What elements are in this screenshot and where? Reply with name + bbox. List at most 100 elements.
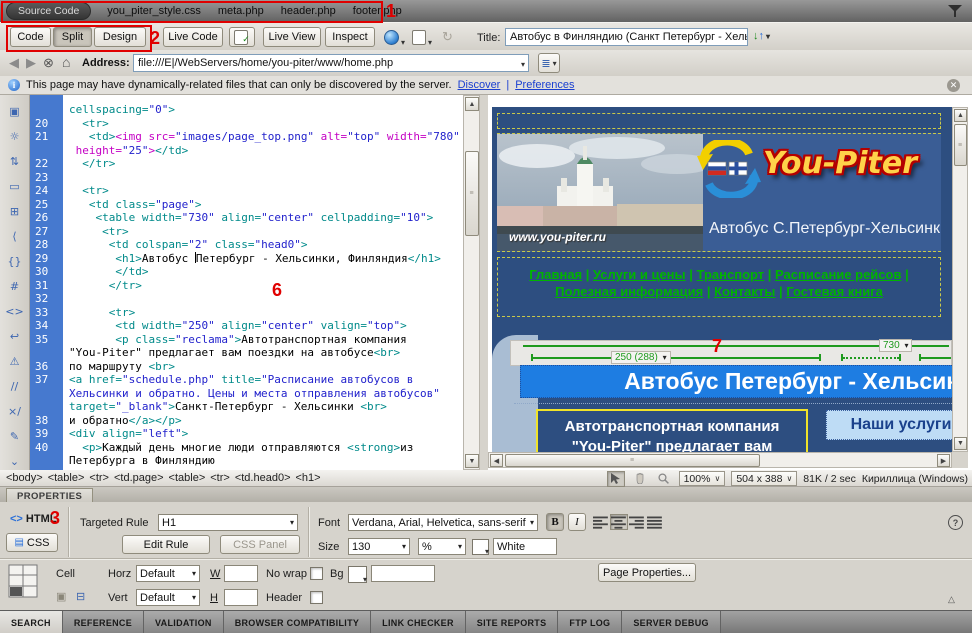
- live-code-button[interactable]: Live Code: [163, 27, 223, 47]
- home-icon[interactable]: ⌂: [62, 54, 70, 70]
- results-tab-link-checker[interactable]: LINK CHECKER: [371, 611, 466, 633]
- split-cell-icon[interactable]: ⊟: [76, 590, 85, 603]
- results-tab-ftp-log[interactable]: FTP LOG: [558, 611, 622, 633]
- scroll-left-icon[interactable]: ◀: [490, 454, 503, 467]
- tag-crumb[interactable]: <tr>: [210, 472, 230, 484]
- collapse-panel-icon[interactable]: △: [948, 594, 955, 605]
- bg-color-swatch[interactable]: ▾: [348, 566, 367, 583]
- discover-link[interactable]: Discover: [458, 79, 501, 91]
- reclama-box[interactable]: Автотранспортная компания "You-Piter" пр…: [536, 409, 808, 452]
- zoom-tool-icon[interactable]: [655, 471, 673, 487]
- collapse-selection-icon[interactable]: ▭: [5, 178, 25, 194]
- nav-link[interactable]: Главная: [529, 267, 582, 282]
- highlight-invalid-code-icon[interactable]: <>: [5, 303, 25, 319]
- line-numbers-icon[interactable]: #: [5, 278, 25, 294]
- size-unit-select[interactable]: %▾: [418, 538, 466, 555]
- scroll-thumb[interactable]: ≡: [954, 124, 967, 166]
- width-250-menu[interactable]: 250 (288) ▾: [611, 351, 671, 364]
- scroll-right-icon[interactable]: ▶: [937, 454, 950, 467]
- justify-icon[interactable]: [646, 514, 664, 530]
- vert-select[interactable]: Default▾: [136, 589, 200, 606]
- help-icon[interactable]: ?: [948, 515, 963, 530]
- preferences-link[interactable]: Preferences: [515, 79, 574, 91]
- css-mode-button[interactable]: ▤CSS: [6, 533, 58, 552]
- scroll-down-icon[interactable]: ▼: [465, 454, 479, 468]
- nav-link[interactable]: Транспорт: [697, 267, 765, 282]
- size-select[interactable]: 130▾: [348, 538, 410, 555]
- scroll-up-icon[interactable]: ▲: [954, 109, 967, 122]
- design-document[interactable]: You-Piter Автобус С.Петербург-Хельсинки …: [492, 107, 952, 452]
- select-tool-icon[interactable]: [607, 471, 625, 487]
- magnification-select[interactable]: 100%∨: [679, 471, 726, 486]
- align-right-icon[interactable]: [628, 514, 646, 530]
- italic-button[interactable]: I: [568, 513, 586, 531]
- horz-select[interactable]: Default▾: [136, 565, 200, 582]
- close-info-icon[interactable]: ✕: [947, 79, 960, 92]
- select-parent-tag-icon[interactable]: ⟨: [5, 228, 25, 244]
- filter-related-files-icon[interactable]: [948, 4, 962, 18]
- bg-color-input[interactable]: [371, 565, 435, 582]
- nav-link[interactable]: Гостевая книга: [786, 284, 883, 299]
- stop-icon[interactable]: ⊗: [43, 55, 54, 71]
- code-view[interactable]: cellspacing="0">20 <tr>21 <td><img src="…: [30, 95, 480, 470]
- scroll-thumb[interactable]: ≡: [505, 454, 760, 467]
- wrap-lines-icon[interactable]: ↩: [5, 328, 25, 344]
- apply-comment-icon[interactable]: //: [5, 378, 25, 394]
- results-tab-browser-compatibility[interactable]: BROWSER COMPATIBILITY: [224, 611, 371, 633]
- page-heading[interactable]: Автобус Петербург - Хельсинки: [520, 365, 952, 398]
- nav-link[interactable]: Расписание рейсов: [775, 267, 901, 282]
- preview-in-browser-icon[interactable]: ▾: [384, 30, 405, 48]
- address-input[interactable]: file:///E|/WebServers/home/you-piter/www…: [133, 54, 529, 72]
- nav-link[interactable]: Услуги и цены: [593, 267, 686, 282]
- design-hscrollbar[interactable]: ◀ ≡ ▶: [488, 452, 952, 468]
- collapse-full-tag-icon[interactable]: ⇅: [5, 153, 25, 169]
- expand-all-icon[interactable]: ⊞: [5, 203, 25, 219]
- window-size-select[interactable]: 504 x 388∨: [731, 471, 797, 486]
- code-scrollbar[interactable]: ▲ ≡ ▼: [463, 95, 480, 470]
- header-checkbox[interactable]: [310, 591, 323, 604]
- file-management-icon[interactable]: ↓↑▾: [753, 30, 770, 42]
- edit-rule-button[interactable]: Edit Rule: [122, 535, 210, 554]
- targeted-rule-select[interactable]: H1▾: [158, 514, 298, 531]
- tag-crumb[interactable]: <table>: [48, 472, 85, 484]
- scroll-thumb[interactable]: ≡: [465, 151, 479, 236]
- refresh-icon[interactable]: ↻: [442, 29, 453, 45]
- results-tab-site-reports[interactable]: SITE REPORTS: [466, 611, 559, 633]
- tag-crumb[interactable]: <td.page>: [114, 472, 164, 484]
- view-options-icon[interactable]: ≣▾: [538, 53, 560, 73]
- code-navigator-icon[interactable]: ☼: [5, 128, 25, 144]
- nav-link[interactable]: Полезная информация: [555, 284, 703, 299]
- page-properties-button[interactable]: Page Properties...: [598, 563, 696, 582]
- balance-braces-icon[interactable]: {}: [5, 253, 25, 269]
- font-select[interactable]: Verdana, Arial, Helvetica, sans-serif▾: [348, 514, 538, 531]
- text-color-input[interactable]: White: [493, 538, 557, 555]
- align-center-icon[interactable]: [610, 514, 628, 530]
- design-view[interactable]: You-Piter Автобус С.Петербург-Хельсинки …: [488, 95, 972, 470]
- inspect-button[interactable]: Inspect: [325, 27, 375, 47]
- title-input[interactable]: Автобус в Финляндию (Санкт Петербург - Х…: [505, 28, 748, 46]
- merge-cells-icon[interactable]: ▣: [56, 590, 66, 603]
- results-tab-search[interactable]: SEARCH: [0, 611, 63, 633]
- properties-tab[interactable]: PROPERTIES: [6, 488, 93, 503]
- live-view-button[interactable]: Live View: [263, 27, 321, 47]
- forward-icon[interactable]: ▶: [26, 55, 36, 71]
- remove-comment-icon[interactable]: ×/: [5, 403, 25, 419]
- tag-crumb[interactable]: <td.head0>: [235, 472, 291, 484]
- text-color-swatch[interactable]: ▾: [472, 539, 489, 555]
- scroll-up-icon[interactable]: ▲: [465, 97, 479, 111]
- back-icon[interactable]: ◀: [9, 55, 19, 71]
- nowrap-checkbox[interactable]: [310, 567, 323, 580]
- scroll-down-icon[interactable]: ▼: [954, 437, 967, 450]
- address-dropdown-icon[interactable]: ▾: [521, 60, 525, 69]
- open-documents-icon[interactable]: ▣: [5, 103, 25, 119]
- results-tab-server-debug[interactable]: SERVER DEBUG: [622, 611, 720, 633]
- tag-crumb[interactable]: <body>: [6, 472, 43, 484]
- recent-snippets-icon[interactable]: ✎: [5, 428, 25, 444]
- align-left-icon[interactable]: [592, 514, 610, 530]
- check-page-button[interactable]: ✓: [229, 27, 255, 47]
- more-icon[interactable]: ⌄: [5, 453, 25, 469]
- results-tab-validation[interactable]: VALIDATION: [144, 611, 224, 633]
- bold-button[interactable]: B: [546, 513, 564, 531]
- w-input[interactable]: [224, 565, 258, 582]
- tag-crumb[interactable]: <table>: [169, 472, 206, 484]
